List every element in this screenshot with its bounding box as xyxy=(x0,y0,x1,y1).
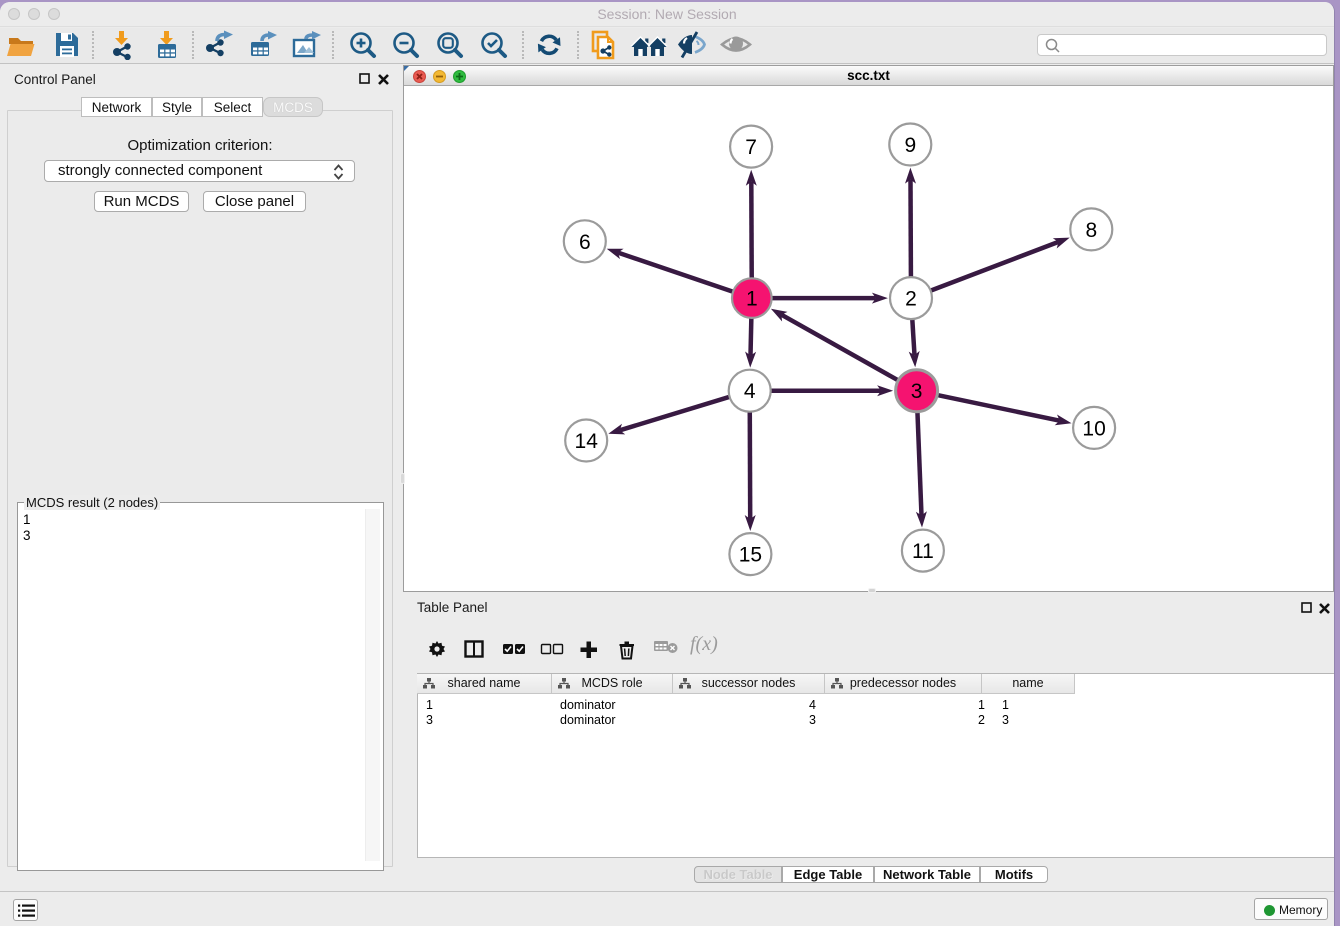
svg-text:4: 4 xyxy=(744,380,756,403)
svg-text:14: 14 xyxy=(575,430,599,453)
svg-text:11: 11 xyxy=(912,540,934,563)
svg-text:10: 10 xyxy=(1082,417,1105,440)
svg-text:9: 9 xyxy=(904,134,916,157)
svg-text:6: 6 xyxy=(579,231,591,254)
svg-text:8: 8 xyxy=(1085,219,1097,242)
svg-text:2: 2 xyxy=(905,288,917,311)
svg-text:1: 1 xyxy=(746,288,758,311)
svg-text:15: 15 xyxy=(739,544,762,567)
svg-text:7: 7 xyxy=(745,136,757,159)
svg-text:3: 3 xyxy=(911,380,923,403)
